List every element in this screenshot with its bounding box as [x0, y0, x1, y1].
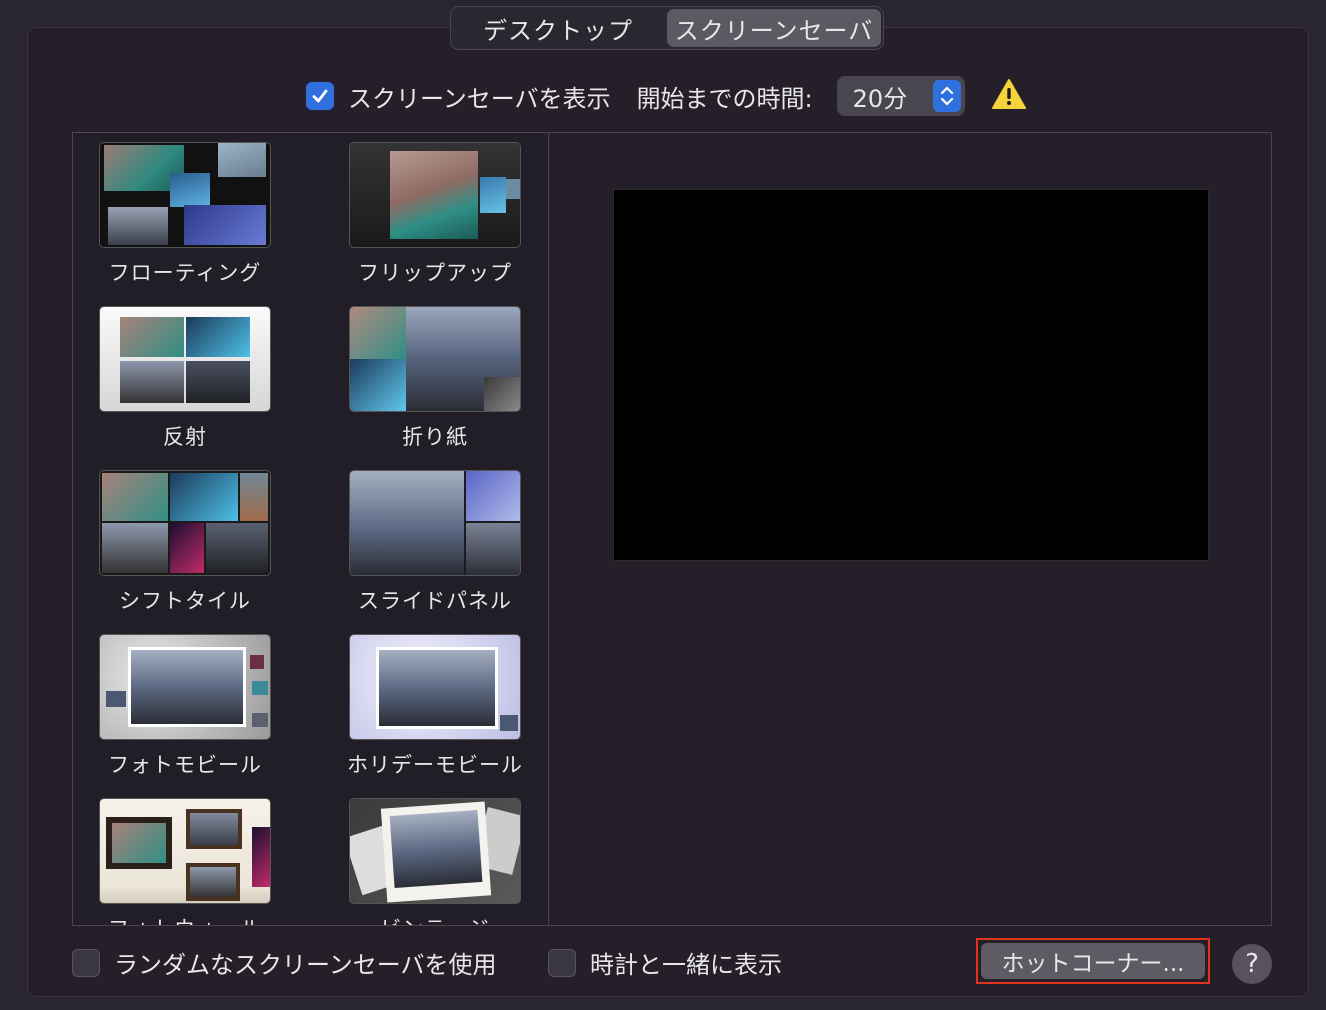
thumbnail — [100, 143, 270, 247]
screensaver-label: ホリデーモビール — [347, 753, 523, 777]
hot-corners-highlight: ホットコーナー... — [976, 938, 1210, 984]
up-down-chevron-icon — [932, 80, 961, 112]
thumbnail — [350, 471, 520, 575]
show-with-clock-checkbox[interactable] — [548, 948, 576, 977]
random-screensaver-option: ランダムなスクリーンセーバを使用 — [72, 945, 497, 980]
segmented-tabs: デスクトップ スクリーンセーバ — [450, 6, 884, 50]
warning-triangle-icon[interactable] — [991, 78, 1027, 114]
screensaver-item-reflection[interactable]: 反射 — [75, 307, 295, 451]
checkmark-icon — [312, 89, 328, 103]
screensaver-item-shifting-tiles[interactable]: シフトタイル — [75, 471, 295, 615]
screensaver-label: フリップアップ — [358, 261, 512, 285]
start-after-value: 20分 — [852, 84, 908, 113]
screensaver-list[interactable]: フローティング フリップアップ 反射 折り紙 シフトタイル スライドパネル フォ… — [72, 132, 548, 926]
screensaver-label: フローティング — [108, 261, 262, 285]
screensaver-label: フォトモビール — [108, 753, 262, 777]
preview-area — [548, 132, 1272, 926]
top-options-row: スクリーンセーバを表示 開始までの時間: 20分 — [306, 76, 1027, 116]
screensaver-item-holiday-mobile[interactable]: ホリデーモビール — [325, 635, 545, 779]
screensaver-item-origami[interactable]: 折り紙 — [325, 307, 545, 451]
start-after-popup[interactable]: 20分 — [836, 76, 965, 116]
show-screensaver-checkbox[interactable] — [306, 82, 334, 110]
screensaver-label: フォトウォール — [75, 913, 295, 925]
hot-corners-button[interactable]: ホットコーナー... — [981, 943, 1205, 979]
tab-screensaver[interactable]: スクリーンセーバ — [667, 9, 881, 47]
thumbnail — [350, 307, 520, 411]
thumbnail — [100, 307, 270, 411]
show-screensaver-label: スクリーンセーバを表示 — [348, 84, 611, 113]
show-with-clock-label: 時計と一緒に表示 — [590, 951, 782, 979]
preview-screen — [613, 189, 1209, 561]
thumbnail — [350, 635, 520, 739]
thumbnail — [100, 635, 270, 739]
start-after-label: 開始までの時間: — [636, 84, 813, 113]
screensaver-item-flipup[interactable]: フリップアップ — [325, 143, 545, 287]
tab-desktop[interactable]: デスクトップ — [451, 7, 665, 49]
screensaver-label: 反射 — [163, 425, 207, 449]
screensaver-label: スライドパネル — [358, 589, 512, 613]
screensaver-item-photo-mobile[interactable]: フォトモビール — [75, 635, 295, 779]
screensaver-item-photo-wall[interactable]: フォトウォール — [75, 799, 295, 925]
random-screensaver-checkbox[interactable] — [72, 948, 100, 977]
screensaver-item-vintage[interactable]: ビンテージ — [325, 799, 545, 925]
screensaver-label: 折り紙 — [402, 425, 468, 449]
screensaver-label: ビンテージ — [325, 913, 545, 925]
thumbnail — [100, 799, 270, 903]
random-screensaver-label: ランダムなスクリーンセーバを使用 — [114, 951, 497, 979]
thumbnail — [350, 143, 520, 247]
screensaver-label: シフトタイル — [119, 589, 251, 613]
screensaver-item-sliding-panels[interactable]: スライドパネル — [325, 471, 545, 615]
show-with-clock-option: 時計と一緒に表示 — [548, 945, 782, 980]
screensaver-item-floating[interactable]: フローティング — [75, 143, 295, 287]
thumbnail — [350, 799, 520, 903]
thumbnail — [100, 471, 270, 575]
help-button[interactable]: ? — [1232, 944, 1272, 984]
